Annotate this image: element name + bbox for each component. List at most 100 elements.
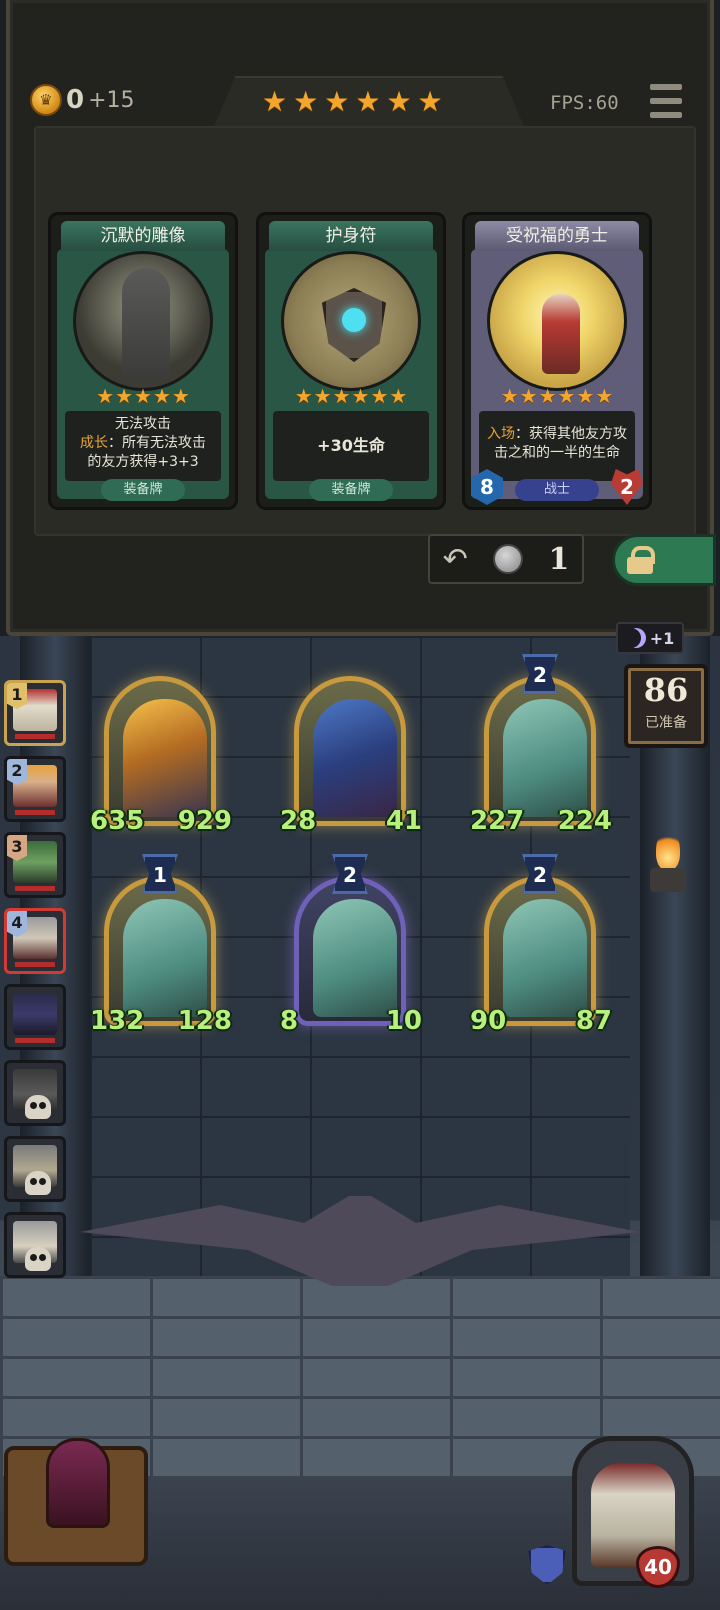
roster-health-bar [15, 810, 55, 815]
minion-portrait [313, 899, 397, 1017]
star-icon: ★ [171, 384, 190, 408]
roster-player[interactable]: 3 [4, 832, 66, 898]
card-description: 入场：获得其他友方攻 击之和的一半的生命 [479, 411, 635, 481]
card-description: +30生命 [273, 411, 429, 481]
star-icon: ★ [389, 384, 408, 408]
roster-player[interactable]: 4 [4, 908, 66, 974]
minion-attack: 227 [470, 806, 525, 836]
shop-card-silent-statue[interactable]: 沉默的雕像 ★ ★ ★ ★ ★ 无法攻击 成长：所有无法攻击 的友方获得+3+3 装备牌 [48, 212, 238, 510]
minion-attack: 28 [280, 806, 317, 836]
star-icon: ★ [332, 384, 351, 408]
refresh-icon[interactable]: ↶ [443, 542, 468, 577]
minion-frame [484, 876, 596, 1026]
skull-icon [25, 1247, 51, 1271]
card-desc-line: 成长：所有无法攻击 [80, 435, 206, 451]
minion-portrait [503, 699, 587, 817]
shop-card-blessed-warrior[interactable]: 受祝福的勇士 ★ ★ ★ ★ ★ ★ 入场：获得其他友方攻 击之和的一半的生命 战士 8 … [462, 212, 652, 510]
card-stars: ★ ★ ★ ★ ★ ★ [465, 385, 649, 407]
minion-spirit-horse[interactable]: 2 227 224 [470, 654, 612, 836]
minion-health: 10 [385, 1006, 422, 1036]
minion-spirit-horse[interactable]: 1 132 128 [90, 854, 232, 1036]
minion-attack: 132 [90, 1006, 145, 1036]
card-type-tag: 装备牌 [309, 479, 393, 501]
ready-label: 已准备 [645, 715, 687, 731]
card-stars: ★ ★ ★ ★ ★ [51, 385, 235, 407]
star-icon: ★ [134, 384, 152, 408]
keyword-battlecry: 入场 [487, 426, 515, 442]
roster-health-bar [15, 886, 55, 891]
roster-player[interactable]: 2 [4, 756, 66, 822]
card-stars: ★ ★ ★ ★ ★ ★ [259, 385, 443, 407]
roster-avatar [13, 993, 57, 1035]
minion-blonde-hero[interactable]: 635 929 [90, 676, 232, 836]
minion-frame [104, 676, 216, 826]
roster-rank-badge: 3 [7, 835, 27, 861]
card-type-tag: 战士 [515, 479, 599, 501]
refresh-cost: 1 [548, 541, 570, 577]
star-icon: ★ [313, 384, 332, 408]
star-icon: ★ [262, 85, 288, 118]
card-desc-line: 入场：获得其他友方攻 [487, 426, 627, 442]
moon-bonus-value: +1 [649, 628, 675, 648]
warrior-art [487, 251, 627, 391]
keyword-growth: 成长 [80, 435, 108, 451]
minion-health: 41 [385, 806, 422, 836]
star-icon: ★ [386, 85, 412, 118]
roster-player[interactable] [4, 984, 66, 1050]
refresh-shop-button[interactable]: ↶ 1 [428, 534, 584, 584]
minion-spirit-horse[interactable]: 2 8 10 [280, 854, 422, 1036]
minion-frame [104, 876, 216, 1026]
roster-rank-badge: 2 [7, 759, 27, 785]
star-icon: ★ [370, 384, 389, 408]
card-type-tag: 装备牌 [101, 479, 185, 501]
moon-icon [625, 628, 646, 648]
merchant-portrait [46, 1438, 110, 1528]
star-icon: ★ [557, 384, 576, 408]
lock-shop-button[interactable] [612, 534, 716, 586]
roster-player[interactable] [4, 1136, 66, 1202]
card-desc-line: 无法攻击 [115, 416, 171, 432]
minion-health: 87 [575, 1006, 612, 1036]
star-icon: ★ [294, 384, 313, 408]
minion-portrait [503, 899, 587, 1017]
card-title: 护身符 [269, 221, 433, 251]
roster-rank-badge: 4 [7, 911, 27, 937]
card-desc-line: 击之和的一半的生命 [494, 445, 620, 461]
skull-icon [25, 1095, 51, 1119]
skull-icon [25, 1171, 51, 1195]
moon-bonus: +1 [616, 622, 684, 654]
roster-player[interactable] [4, 1060, 66, 1126]
torch-flame-icon [656, 830, 680, 870]
minion-frame [484, 676, 596, 826]
player-roster: 1 2 3 4 [0, 680, 70, 1288]
lock-icon [627, 546, 655, 574]
star-icon: ★ [324, 85, 350, 118]
shop-card-amulet[interactable]: 护身符 ★ ★ ★ ★ ★ ★ +30生命 装备牌 [256, 212, 446, 510]
gold-coin-icon: ♛ [30, 84, 62, 116]
roster-player[interactable] [4, 1212, 66, 1278]
card-title: 沉默的雕像 [61, 221, 225, 251]
minion-blue-hair-sorceress[interactable]: 28 41 [280, 676, 422, 836]
ready-count: 86 [643, 671, 689, 709]
menu-icon[interactable] [650, 84, 682, 118]
ready-counter: 86 已准备 [624, 664, 708, 748]
gold-bonus: +15 [88, 87, 135, 113]
roster-player[interactable]: 1 [4, 680, 66, 746]
star-icon: ★ [538, 384, 557, 408]
statue-art [73, 251, 213, 391]
star-icon: ★ [293, 85, 319, 118]
gold-display: ♛ 0 +15 [30, 84, 135, 116]
merchant-shop-button[interactable] [4, 1438, 148, 1566]
minion-attack: 635 [90, 806, 145, 836]
roster-rank-badge: 1 [7, 683, 27, 709]
star-icon: ★ [351, 384, 370, 408]
minion-spirit-horse[interactable]: 2 90 87 [470, 854, 612, 1036]
silver-coin-icon [493, 544, 524, 574]
star-icon: ★ [152, 384, 171, 408]
torch-holder [650, 868, 686, 892]
star-icon: ★ [519, 384, 538, 408]
star-icon: ★ [576, 384, 595, 408]
minion-portrait [313, 699, 397, 817]
star-icon: ★ [355, 85, 381, 118]
star-icon: ★ [115, 384, 134, 408]
